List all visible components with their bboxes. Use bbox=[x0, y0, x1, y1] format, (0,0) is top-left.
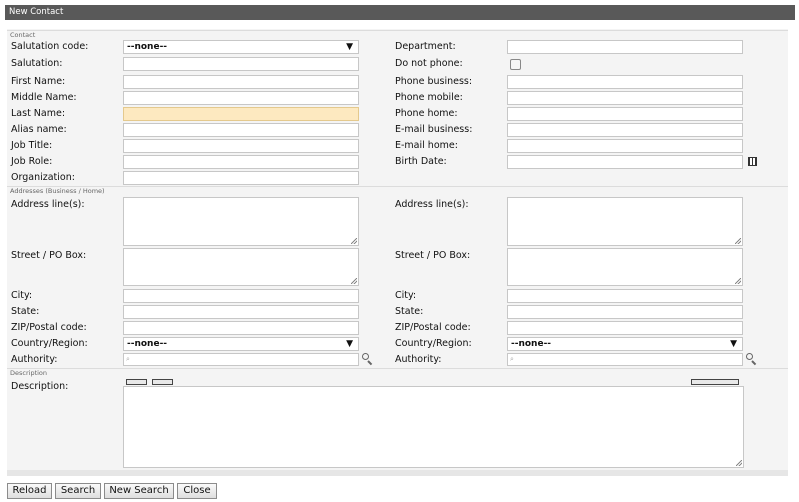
email-business-input[interactable] bbox=[507, 123, 743, 137]
new-search-button[interactable]: New Search bbox=[104, 483, 174, 499]
business-address-lines-label: Address line(s): bbox=[11, 199, 85, 210]
resize-grip-icon[interactable] bbox=[735, 278, 741, 284]
do-not-phone-checkbox[interactable] bbox=[510, 59, 521, 70]
section-header-addresses: Addresses (Business / Home) bbox=[7, 186, 788, 195]
business-country-value: --none-- bbox=[127, 339, 168, 349]
home-authority-label: Authority: bbox=[395, 354, 442, 365]
home-street-label: Street / PO Box: bbox=[395, 250, 471, 261]
last-name-label: Last Name: bbox=[11, 108, 66, 119]
business-zip-input[interactable] bbox=[123, 321, 359, 335]
dropdown-arrow-icon: ▼ bbox=[346, 42, 353, 52]
dropdown-arrow-icon: ▼ bbox=[346, 339, 353, 349]
salutation-input[interactable] bbox=[123, 57, 359, 71]
business-state-label: State: bbox=[11, 306, 40, 317]
resize-grip-icon[interactable] bbox=[736, 460, 742, 466]
salutation-label: Salutation: bbox=[11, 58, 63, 69]
alias-name-label: Alias name: bbox=[11, 124, 67, 135]
resize-grip-icon[interactable] bbox=[351, 278, 357, 284]
business-state-input[interactable] bbox=[123, 305, 359, 319]
home-address-lines-textarea[interactable] bbox=[507, 197, 743, 246]
middle-name-label: Middle Name: bbox=[11, 92, 77, 103]
business-authority-input[interactable]: ⌕ bbox=[123, 353, 359, 366]
business-street-textarea[interactable] bbox=[123, 248, 359, 286]
first-name-input[interactable] bbox=[123, 75, 359, 89]
form-footer-bar bbox=[7, 470, 788, 476]
organization-input[interactable] bbox=[123, 171, 359, 185]
home-authority-search-icon[interactable] bbox=[746, 353, 758, 366]
business-address-lines-textarea[interactable] bbox=[123, 197, 359, 246]
reload-button[interactable]: Reload bbox=[7, 483, 52, 499]
close-button[interactable]: Close bbox=[177, 483, 217, 499]
business-street-label: Street / PO Box: bbox=[11, 250, 87, 261]
home-zip-input[interactable] bbox=[507, 321, 743, 335]
calendar-icon[interactable] bbox=[748, 157, 757, 166]
phone-mobile-label: Phone mobile: bbox=[395, 92, 463, 103]
salutation-code-select[interactable]: --none-- ▼ bbox=[123, 40, 359, 54]
description-label: Description: bbox=[11, 381, 69, 392]
business-city-input[interactable] bbox=[123, 289, 359, 303]
home-city-label: City: bbox=[395, 290, 417, 301]
home-country-select[interactable]: --none-- ▼ bbox=[507, 337, 743, 351]
email-home-input[interactable] bbox=[507, 139, 743, 153]
job-title-label: Job Title: bbox=[11, 140, 53, 151]
window-title: New Contact bbox=[5, 5, 795, 20]
search-button[interactable]: Search bbox=[55, 483, 101, 499]
business-city-label: City: bbox=[11, 290, 33, 301]
home-address-lines-label: Address line(s): bbox=[395, 199, 469, 210]
editor-tool-button[interactable] bbox=[152, 379, 173, 385]
middle-name-input[interactable] bbox=[123, 91, 359, 105]
business-country-select[interactable]: --none-- ▼ bbox=[123, 337, 359, 351]
salutation-code-label: Salutation code: bbox=[11, 41, 89, 52]
description-textarea[interactable] bbox=[123, 386, 744, 468]
home-state-label: State: bbox=[395, 306, 424, 317]
last-name-input[interactable] bbox=[123, 107, 359, 121]
home-country-value: --none-- bbox=[511, 339, 552, 349]
resize-grip-icon[interactable] bbox=[351, 238, 357, 244]
first-name-label: First Name: bbox=[11, 76, 66, 87]
alias-name-input[interactable] bbox=[123, 123, 359, 137]
home-state-input[interactable] bbox=[507, 305, 743, 319]
job-title-input[interactable] bbox=[123, 139, 359, 153]
business-zip-label: ZIP/Postal code: bbox=[11, 322, 87, 333]
dropdown-arrow-icon: ▼ bbox=[730, 339, 737, 349]
editor-tool-button[interactable] bbox=[691, 379, 739, 385]
section-header-contact: Contact bbox=[7, 30, 788, 39]
department-label: Department: bbox=[395, 41, 456, 52]
phone-business-input[interactable] bbox=[507, 75, 743, 89]
salutation-code-value: --none-- bbox=[127, 42, 168, 52]
organization-label: Organization: bbox=[11, 172, 75, 183]
resize-grip-icon[interactable] bbox=[735, 238, 741, 244]
job-role-input[interactable] bbox=[123, 155, 359, 169]
phone-home-input[interactable] bbox=[507, 107, 743, 121]
lookup-hint-icon: ⌕ bbox=[510, 355, 514, 363]
do-not-phone-label: Do not phone: bbox=[395, 58, 463, 69]
phone-mobile-input[interactable] bbox=[507, 91, 743, 105]
section-header-description: Description bbox=[7, 368, 788, 377]
phone-home-label: Phone home: bbox=[395, 108, 458, 119]
home-country-label: Country/Region: bbox=[395, 338, 472, 349]
home-street-textarea[interactable] bbox=[507, 248, 743, 286]
home-zip-label: ZIP/Postal code: bbox=[395, 322, 471, 333]
email-business-label: E-mail business: bbox=[395, 124, 473, 135]
business-authority-search-icon[interactable] bbox=[362, 353, 374, 366]
department-input[interactable] bbox=[507, 40, 743, 54]
lookup-hint-icon: ⌕ bbox=[126, 355, 130, 363]
email-home-label: E-mail home: bbox=[395, 140, 458, 151]
home-authority-input[interactable]: ⌕ bbox=[507, 353, 743, 366]
editor-tool-button[interactable] bbox=[126, 379, 147, 385]
birth-date-input[interactable] bbox=[507, 155, 743, 169]
home-city-input[interactable] bbox=[507, 289, 743, 303]
business-country-label: Country/Region: bbox=[11, 338, 88, 349]
phone-business-label: Phone business: bbox=[395, 76, 473, 87]
job-role-label: Job Role: bbox=[11, 156, 53, 167]
business-authority-label: Authority: bbox=[11, 354, 58, 365]
birth-date-label: Birth Date: bbox=[395, 156, 447, 167]
